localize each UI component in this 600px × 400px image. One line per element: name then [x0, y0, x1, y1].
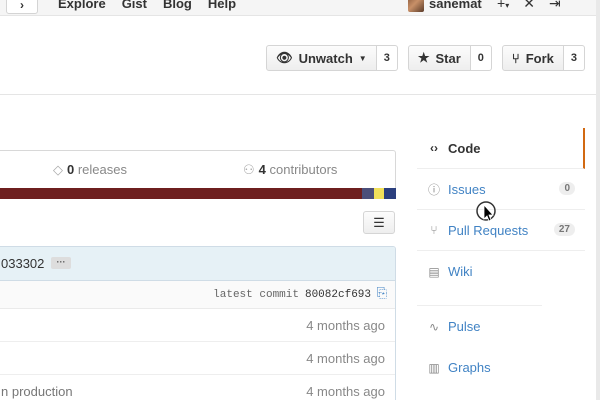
watch-count[interactable]: 3	[376, 45, 398, 71]
book-icon: ▤	[428, 264, 440, 279]
pulse-icon: ∿	[428, 319, 440, 334]
file-navigation: 033302 ··· latest commit 80082cf693 ⎘ 4 m…	[0, 246, 396, 400]
tools-icon[interactable]: ✕	[523, 0, 535, 14]
repo-actions: 👁 Unwatch ▼ 3 ★ Star 0 ⑂ Fork 3	[266, 45, 585, 71]
table-row[interactable]: 4 months ago	[0, 309, 395, 342]
fork-button[interactable]: ⑂ Fork	[501, 45, 564, 71]
language-bar[interactable]	[0, 188, 396, 199]
latest-commit-label: latest commit	[213, 289, 299, 301]
latest-commit: latest commit 80082cf693	[213, 289, 371, 301]
list-icon: ☰	[373, 215, 385, 230]
table-row[interactable]: 4 months ago	[0, 342, 395, 375]
top-header: › Explore Gist Blog Help sanemat +▾ ✕ ⇥	[0, 0, 600, 16]
star-button[interactable]: ★ Star	[407, 45, 471, 71]
repo-stats: ◇ 0 releases ⚇ 4 contributors	[0, 150, 396, 188]
watch-button-group: 👁 Unwatch ▼ 3	[266, 45, 398, 71]
eye-icon: 👁	[276, 50, 293, 65]
repo-sidebar: ‹› Code ⓘ Issues 0 ⑂ Pull Requests 27 ▤ …	[417, 128, 585, 388]
sidebar-item-label: Pulse	[448, 319, 481, 334]
unwatch-label: Unwatch	[298, 50, 353, 66]
sign-out-icon[interactable]: ⇥	[549, 0, 561, 14]
graph-icon: ▥	[428, 360, 440, 375]
commit-message[interactable]: 033302	[1, 256, 44, 271]
star-count[interactable]: 0	[470, 45, 492, 71]
sidebar-item-label: Graphs	[448, 360, 491, 375]
language-segment[interactable]	[0, 188, 362, 199]
scrollbar[interactable]	[596, 0, 600, 400]
star-icon: ★	[417, 50, 430, 65]
latest-commit-row: latest commit 80082cf693 ⎘	[0, 281, 395, 309]
sidebar-divider	[417, 292, 542, 306]
language-segment[interactable]	[383, 188, 396, 199]
pull-request-icon: ⑂	[430, 223, 438, 237]
mouse-cursor-icon	[476, 201, 496, 222]
sidebar-item-label: Wiki	[448, 264, 473, 279]
top-nav: Explore Gist Blog Help	[58, 0, 236, 12]
username-link[interactable]: sanemat	[429, 0, 482, 12]
file-age: 4 months ago	[306, 351, 385, 366]
organization-icon: ⚇	[243, 162, 255, 177]
file-commit-message[interactable]: n production	[1, 384, 73, 399]
code-icon: ‹›	[430, 141, 438, 155]
sidebar-item-code[interactable]: ‹› Code	[417, 128, 585, 169]
nav-gist-link[interactable]: Gist	[122, 0, 147, 12]
list-view-button[interactable]: ☰	[363, 211, 395, 234]
pull-requests-count-badge: 27	[553, 223, 575, 236]
tag-icon: ◇	[53, 162, 63, 177]
contributors-label: contributors	[265, 162, 338, 177]
nav-explore-link[interactable]: Explore	[58, 0, 106, 12]
table-row[interactable]: n production 4 months ago	[0, 375, 395, 400]
user-menu[interactable]: sanemat	[408, 0, 482, 12]
commit-tease: 033302 ···	[0, 247, 395, 281]
issues-count-badge: 0	[559, 182, 575, 195]
contributors-count: 4	[258, 162, 266, 177]
unwatch-button[interactable]: 👁 Unwatch ▼	[266, 45, 377, 71]
sidebar-item-wiki[interactable]: ▤ Wiki	[417, 251, 542, 292]
header-divider	[0, 94, 600, 95]
fork-icon: ⑂	[511, 50, 520, 66]
releases-label: releases	[74, 162, 127, 177]
sidebar-item-label: Issues	[448, 181, 486, 197]
language-segment[interactable]	[373, 188, 384, 199]
clipboard-icon[interactable]: ⎘	[377, 286, 387, 301]
header-icons: +▾ ✕ ⇥	[497, 0, 561, 14]
file-age: 4 months ago	[306, 318, 385, 333]
fork-count[interactable]: 3	[563, 45, 585, 71]
releases-stat[interactable]: ◇ 0 releases	[53, 162, 127, 178]
file-age: 4 months ago	[306, 384, 385, 399]
issue-icon: ⓘ	[427, 182, 440, 197]
sidebar-item-label: Code	[448, 140, 481, 156]
fork-button-group: ⑂ Fork 3	[501, 45, 585, 71]
fork-label: Fork	[525, 50, 554, 66]
nav-blog-link[interactable]: Blog	[163, 0, 192, 12]
nav-help-link[interactable]: Help	[208, 0, 236, 12]
avatar[interactable]	[408, 0, 424, 12]
sidebar-item-graphs[interactable]: ▥ Graphs	[417, 347, 542, 388]
plus-icon[interactable]: +▾	[497, 0, 509, 14]
expand-commit-button[interactable]: ···	[51, 257, 71, 269]
star-label: Star	[435, 50, 461, 66]
chevron-down-icon: ▼	[358, 53, 367, 63]
latest-commit-sha-link[interactable]: 80082cf693	[305, 289, 371, 301]
nav-toggle-button[interactable]: ›	[6, 0, 38, 14]
sidebar-item-issues[interactable]: ⓘ Issues 0	[417, 169, 585, 210]
star-button-group: ★ Star 0	[407, 45, 492, 71]
language-segment[interactable]	[361, 188, 374, 199]
sidebar-item-pulse[interactable]: ∿ Pulse	[417, 306, 542, 347]
contributors-stat[interactable]: ⚇ 4 contributors	[243, 162, 337, 178]
sidebar-item-pull-requests[interactable]: ⑂ Pull Requests 27	[417, 210, 585, 251]
